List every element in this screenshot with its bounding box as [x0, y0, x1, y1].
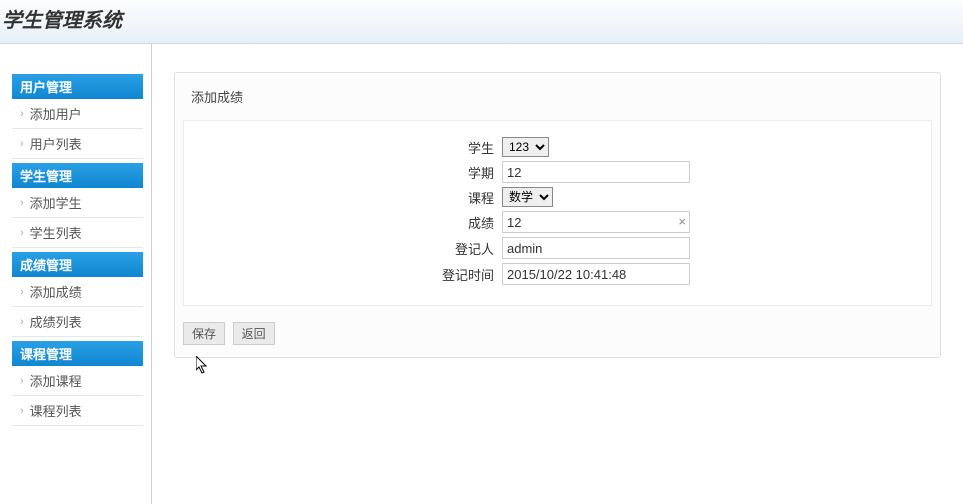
label-score: 成绩: [196, 213, 502, 232]
sidebar-item-add-score[interactable]: › 添加成绩: [12, 277, 143, 307]
control-course: 数学: [502, 187, 692, 207]
form-area: 学生 123 学期 课程: [183, 120, 932, 306]
sidebar-item-label: 用户列表: [30, 134, 82, 153]
sidebar-section-score: 成绩管理 › 添加成绩 › 成绩列表: [12, 252, 143, 337]
app-header: 学生管理系统: [0, 0, 963, 44]
chevron-right-icon: ›: [20, 375, 24, 387]
sidebar-item-user-list[interactable]: › 用户列表: [12, 129, 143, 159]
row-semester: 学期: [196, 161, 919, 183]
sidebar-item-label: 学生列表: [30, 223, 82, 242]
student-select[interactable]: 123: [502, 137, 549, 157]
label-semester: 学期: [196, 163, 502, 182]
row-score: 成绩 ×: [196, 211, 919, 233]
regtime-input[interactable]: [502, 263, 690, 285]
sidebar-item-student-list[interactable]: › 学生列表: [12, 218, 143, 248]
course-select[interactable]: 数学: [502, 187, 553, 207]
button-bar: 保存 返回: [175, 318, 940, 349]
chevron-right-icon: ›: [20, 405, 24, 417]
score-input[interactable]: [502, 211, 690, 233]
sidebar-section-course: 课程管理 › 添加课程 › 课程列表: [12, 341, 143, 426]
sidebar-section-student: 学生管理 › 添加学生 › 学生列表: [12, 163, 143, 248]
sidebar-item-label: 课程列表: [30, 401, 82, 420]
back-button[interactable]: 返回: [233, 322, 275, 345]
sidebar-item-label: 添加学生: [30, 193, 82, 212]
registrant-input[interactable]: [502, 237, 690, 259]
control-student: 123: [502, 137, 692, 157]
chevron-right-icon: ›: [20, 197, 24, 209]
sidebar-item-label: 添加用户: [30, 104, 82, 123]
sidebar-header-user: 用户管理: [12, 74, 143, 99]
semester-input[interactable]: [502, 161, 690, 183]
control-semester: [502, 161, 692, 183]
sidebar: 用户管理 › 添加用户 › 用户列表 学生管理 › 添加学生 › 学生列表: [0, 44, 152, 504]
sidebar-section-user: 用户管理 › 添加用户 › 用户列表: [12, 74, 143, 159]
sidebar-header-score: 成绩管理: [12, 252, 143, 277]
panel-title: 添加成绩: [175, 73, 940, 116]
control-score: ×: [502, 211, 692, 233]
chevron-right-icon: ›: [20, 138, 24, 150]
sidebar-item-add-student[interactable]: › 添加学生: [12, 188, 143, 218]
row-regtime: 登记时间: [196, 263, 919, 285]
chevron-right-icon: ›: [20, 286, 24, 298]
save-button[interactable]: 保存: [183, 322, 225, 345]
sidebar-item-label: 成绩列表: [30, 312, 82, 331]
sidebar-header-student: 学生管理: [12, 163, 143, 188]
sidebar-item-course-list[interactable]: › 课程列表: [12, 396, 143, 426]
sidebar-item-label: 添加课程: [30, 371, 82, 390]
sidebar-header-course: 课程管理: [12, 341, 143, 366]
chevron-right-icon: ›: [20, 108, 24, 120]
row-course: 课程 数学: [196, 187, 919, 207]
label-registrant: 登记人: [196, 239, 502, 258]
sidebar-item-label: 添加成绩: [30, 282, 82, 301]
main-container: 用户管理 › 添加用户 › 用户列表 学生管理 › 添加学生 › 学生列表: [0, 44, 963, 504]
form-panel: 添加成绩 学生 123 学期 课程: [174, 72, 941, 358]
control-registrant: [502, 237, 692, 259]
chevron-right-icon: ›: [20, 316, 24, 328]
label-student: 学生: [196, 138, 502, 157]
row-student: 学生 123: [196, 137, 919, 157]
sidebar-item-add-course[interactable]: › 添加课程: [12, 366, 143, 396]
app-title: 学生管理系统: [2, 4, 955, 33]
main-content: 添加成绩 学生 123 学期 课程: [152, 44, 963, 504]
chevron-right-icon: ›: [20, 227, 24, 239]
clear-icon[interactable]: ×: [678, 214, 686, 229]
sidebar-item-score-list[interactable]: › 成绩列表: [12, 307, 143, 337]
row-registrant: 登记人: [196, 237, 919, 259]
control-regtime: [502, 263, 692, 285]
label-course: 课程: [196, 188, 502, 207]
label-regtime: 登记时间: [196, 265, 502, 284]
sidebar-item-add-user[interactable]: › 添加用户: [12, 99, 143, 129]
